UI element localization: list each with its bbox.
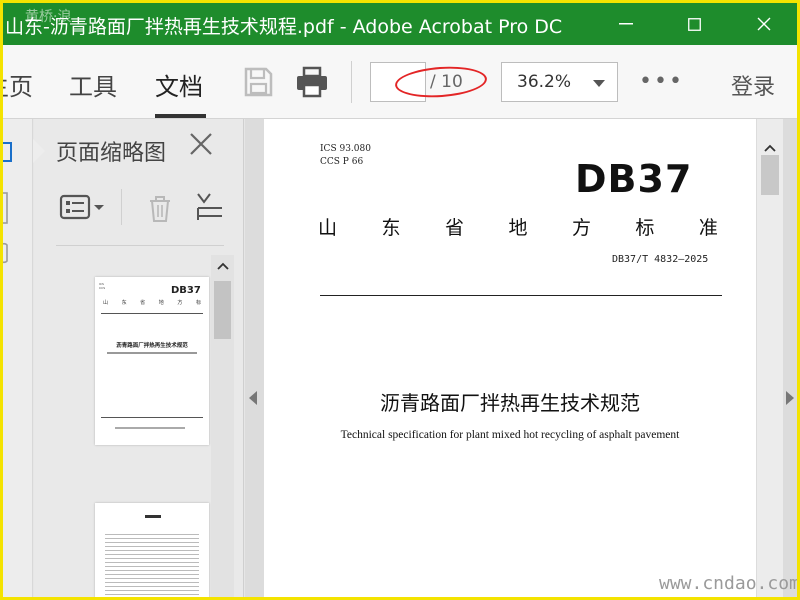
scrollbar-thumb[interactable] (214, 281, 231, 339)
maximize-icon (687, 17, 701, 31)
thumb-standard: 山 东 省 地 方 标 准 (103, 300, 205, 306)
close-icon (190, 133, 212, 155)
thumb-bottom-rule (101, 417, 203, 418)
top-watermark: 黄桥·浪 (25, 9, 72, 25)
panel-divider (56, 245, 224, 246)
standard-heading: 山 东 省 地 方 标 准 (318, 213, 718, 240)
page-thumbnails-panel: 页面缩略图 ICS CCS DB37 山 东 省 地 方 沥青路面厂拌热再生技术… (33, 119, 244, 597)
tool-separator (121, 189, 122, 225)
site-watermark: www.cndao.com (659, 573, 800, 594)
save-icon[interactable] (241, 65, 275, 99)
thumbnail-options-button[interactable] (59, 194, 107, 222)
thumb-title: 沥青路面厂拌热再生技术规范 (116, 343, 188, 349)
chevron-up-icon[interactable] (216, 261, 230, 271)
zoom-select[interactable]: 36.2% (501, 62, 618, 102)
close-window-button[interactable] (739, 3, 789, 45)
page-thumbnail-2[interactable] (95, 503, 209, 597)
chevron-down-icon (593, 80, 605, 87)
standard-number: DB37/T 4832—2025 (612, 254, 709, 265)
toolbar-separator (351, 61, 352, 103)
close-icon (757, 17, 771, 31)
login-button[interactable]: 登录 (731, 69, 775, 101)
document-title-en: Technical specification for plant mixed … (340, 429, 680, 441)
thumbnail-scrollbar[interactable] (211, 255, 234, 597)
minimize-button[interactable] (601, 3, 651, 45)
left-navigation-rail (0, 119, 33, 597)
std-char: 地 (508, 217, 528, 239)
thumbnail-list: ICSCCS DB37 山 东 省 地 方 标 准 沥青路面厂拌热再生技术规范 … (34, 255, 234, 597)
tab-document[interactable]: 文档 (155, 67, 203, 102)
minimize-icon (619, 23, 633, 25)
thumb-db-code: DB37 (171, 285, 201, 296)
main-toolbar: 主页 工具 文档 / 10 36.2% ••• 登录 (3, 45, 797, 119)
document-title-cn: 沥青路面厂拌热再生技术规范 (380, 391, 640, 415)
ccs-line: CCS P 66 (320, 157, 364, 167)
expand-right-panel-arrow[interactable] (786, 391, 794, 405)
trash-icon[interactable] (144, 192, 176, 224)
panel-pointer (33, 139, 45, 163)
title-bar: 山东-沥青路面厂拌热再生技术规程.pdf - Adobe Acrobat Pro… (3, 3, 797, 45)
thumb-footer-line (115, 427, 185, 429)
header-rule (320, 295, 722, 296)
std-char: 准 (698, 217, 718, 239)
thumb-subtitle-line (107, 352, 197, 354)
tab-tools[interactable]: 工具 (69, 67, 117, 102)
bookmark-nav-icon[interactable] (0, 191, 11, 225)
scrollbar-thumb[interactable] (761, 155, 779, 195)
chevron-up-icon[interactable] (763, 143, 777, 153)
std-char: 方 (571, 217, 591, 239)
window-title: 山东-沥青路面厂拌热再生技术规程.pdf - Adobe Acrobat Pro… (5, 16, 563, 38)
thumb-ics: ICS CCS (99, 282, 106, 290)
std-char: 山 (318, 217, 338, 239)
std-char: 省 (444, 217, 464, 239)
extract-page-icon[interactable] (194, 190, 228, 224)
thumbnail-toolbar (56, 187, 232, 227)
more-options-button[interactable]: ••• (639, 69, 684, 94)
thumb-rule (101, 313, 203, 314)
active-tab-indicator (155, 114, 206, 118)
zoom-value: 36.2% (517, 72, 572, 92)
page-thumbnail-1[interactable]: ICSCCS DB37 山 东 省 地 方 标 准 沥青路面厂拌热再生技术规范 (95, 277, 209, 445)
close-panel-button[interactable] (188, 131, 214, 164)
print-icon[interactable] (295, 65, 329, 99)
thumb2-lines (105, 531, 199, 597)
document-view: ICS 93.080 CCS P 66 DB37 山 东 省 地 方 标 准 D… (245, 119, 797, 597)
document-scrollbar[interactable] (757, 119, 783, 597)
std-char: 标 (635, 217, 655, 239)
std-char: 东 (381, 217, 401, 239)
panel-title: 页面缩略图 (56, 141, 167, 166)
ics-line: ICS 93.080 (320, 144, 371, 154)
db-code: DB37 (575, 157, 693, 201)
app-window: 山东-沥青路面厂拌热再生技术规程.pdf - Adobe Acrobat Pro… (0, 0, 800, 600)
ics-code: ICS 93.080 CCS P 66 (320, 143, 371, 169)
collapse-left-panel-arrow[interactable] (249, 391, 257, 405)
tab-home[interactable]: 主页 (3, 67, 33, 102)
maximize-button[interactable] (669, 3, 719, 45)
attachment-nav-icon[interactable] (0, 241, 11, 267)
thumb2-heading (145, 515, 161, 518)
pdf-page: ICS 93.080 CCS P 66 DB37 山 东 省 地 方 标 准 D… (264, 119, 756, 597)
thumbnail-nav-icon[interactable] (0, 141, 13, 163)
